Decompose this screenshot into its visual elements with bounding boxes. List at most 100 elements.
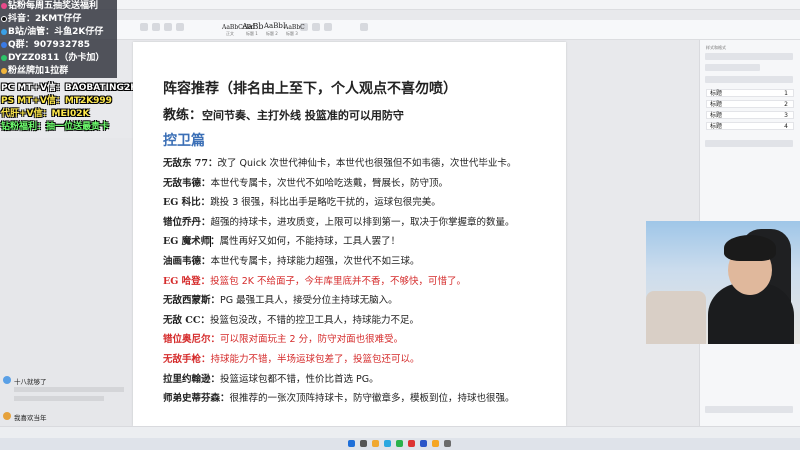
promo-line-3: 代肝+V信：MEI02K (1, 109, 90, 119)
window-title-bar (0, 0, 800, 10)
style-item-heading-3[interactable]: 标题 3 (706, 111, 794, 119)
wechat-taskbar-icon[interactable] (396, 440, 403, 447)
gift-icon (1, 3, 7, 9)
doc-item: 错位乔丹：超强的持球卡，进攻质变，上限可以排到第一，取决于你掌握章的数量。 (163, 214, 515, 228)
style-sub-normal: 正文 (226, 31, 234, 36)
doc-item-name: 师弟史蒂芬森： (163, 393, 230, 405)
doc-item-text: 本世代专属卡，次世代不如哈吃迭戴，臂展长，防守顶。 (210, 177, 449, 189)
doc-item: 无敌手枪：持球能力不错，半场运球包差了，投篮包还可以。 (163, 351, 420, 365)
panel-bar-3[interactable] (705, 76, 793, 83)
screen: AaBbCcDd AaBb AaBbI AaBbC 正文 标题 1 标题 2 标… (0, 0, 800, 450)
doc-item: 无敌韦德：本世代专属卡，次世代不如哈吃迭戴，臂展长，防守顶。 (163, 175, 448, 189)
search-icon[interactable] (360, 440, 367, 447)
doc-item: 无敌西蒙斯：PG 最强工具人，接受分位主持球无脑入。 (163, 292, 398, 306)
doc-item: EG 科比：跳投 3 很强，科比出手是略吃干扰的，运球包很完美。 (163, 194, 441, 208)
doc-item-text: 属性再好又如何，不能持球，工具人罢了！ (219, 236, 401, 248)
doc-item-name: 无敌手枪： (163, 354, 211, 365)
style-sub-h1: 标题 1 (246, 31, 258, 36)
chat-message-1: 十八就够了 (14, 378, 47, 386)
style-item-heading-4[interactable]: 标题 4 (706, 122, 794, 130)
panel-header: 样式和格式 (706, 45, 726, 50)
bilibili-icon (1, 29, 7, 35)
browser-icon[interactable] (384, 440, 391, 447)
panel-search-bar[interactable] (705, 53, 793, 60)
overlay-line-6: 粉丝牌加1拉群 (8, 66, 69, 76)
align-right-icon[interactable] (324, 23, 332, 31)
underline-icon[interactable] (164, 23, 172, 31)
start-icon[interactable] (348, 440, 355, 447)
doc-item-text: PG 最强工具人，接受分位主持球无脑入。 (220, 295, 398, 307)
font-color-icon[interactable] (176, 23, 184, 31)
doc-item: EG 魔术师：属性再好又如何，不能持球，工具人罢了！ (163, 233, 400, 247)
doc-item-text: 超强的持球卡，进攻质变，上限可以排到第一，取决于你掌握章的数量。 (210, 216, 515, 228)
webcam-feed (646, 221, 800, 344)
align-center-icon[interactable] (312, 23, 320, 31)
panel-bar-2[interactable] (705, 64, 760, 71)
doc-item-name: 油画韦德： (163, 256, 211, 267)
douyin-icon (1, 16, 7, 22)
overlay-line-1: 钻粉每周五抽奖送福利 (8, 1, 99, 11)
qq-icon (1, 42, 7, 48)
doc-item: 错位奥尼尔：可以限对面玩主 2 分，防守对面也很难受。 (163, 331, 403, 345)
background-object (646, 291, 706, 344)
doc-item-name: 无敌韦德： (163, 177, 211, 189)
panel-bar-5[interactable] (705, 406, 793, 413)
wechat-icon (1, 55, 7, 61)
doc-item-name: EG 魔术师： (163, 236, 220, 248)
overlay-line-5: DYZZ0811（办卡加） (8, 53, 105, 63)
doc-item: EG 哈登：投篮包 2K 不给面子，今年库里底并不香，不够快，可惜了。 (163, 273, 466, 287)
doc-item-name: 错位奥尼尔： (163, 334, 221, 346)
app-icon-orange[interactable] (432, 440, 439, 447)
doc-item-text: 持球能力不错，半场运球包差了，投篮包还可以。 (210, 354, 420, 365)
promo-line-1: PC MT+V信：BAOBATING2K (1, 83, 138, 93)
explorer-icon[interactable] (372, 440, 379, 447)
style-item-label: 标题 (710, 123, 723, 130)
style-sub-h2: 标题 2 (266, 31, 278, 36)
doc-item-text: 跳投 3 很强，科比出手是略吃干扰的，运球包很完美。 (210, 197, 441, 209)
doc-item: 无敌东 77：改了 Quick 次世代神仙卡，本世代也很强但不如韦德，次世代毕业… (163, 155, 516, 169)
bold-icon[interactable] (140, 23, 148, 31)
doc-item-name: 错位乔丹： (163, 216, 211, 228)
panel-bar-4[interactable] (705, 140, 793, 147)
style-item-heading-2[interactable]: 标题 2 (706, 100, 794, 108)
style-sub-h3: 标题 3 (286, 31, 298, 36)
person-hair (724, 235, 776, 261)
doc-item-name: 无敌西蒙斯： (163, 295, 221, 307)
doc-item-text: 投篮运球包都不错，性价比首选 PG。 (220, 373, 379, 385)
doc-item-text: 很推荐的一张次顶阵持球卡，防守徽章多，模板到位，持球也很强。 (229, 393, 515, 405)
document-page[interactable]: 阵容推荐（排名由上至下，个人观点不喜勿喷） 教练：空间节奏、主打外线 投篮准的可… (133, 42, 566, 426)
doc-item-name: EG 哈登： (163, 275, 211, 287)
overlay-line-2: 抖音：2KMT仔仔 (8, 14, 82, 24)
chat-message-3: 我喜欢当年 (14, 414, 47, 422)
doc-item: 拉里约翰逊：投篮运球包都不错，性价比首选 PG。 (163, 371, 379, 385)
chat-blurred-2 (14, 396, 104, 401)
doc-item-name: EG 科比： (163, 197, 211, 209)
style-sample-h3[interactable]: AaBbC (284, 24, 305, 31)
doc-title: 阵容推荐（排名由上至下，个人观点不喜勿喷） (163, 81, 457, 97)
ribbon-toolbar (0, 20, 800, 40)
chat-avatar (3, 412, 11, 420)
doc-item-text: 改了 Quick 次世代神仙卡，本世代也很强但不如韦德，次世代毕业卡。 (217, 158, 517, 169)
doc-item-text: 投篮包 2K 不给面子，今年库里底并不香，不够快，可惜了。 (210, 275, 466, 287)
style-sample-h1[interactable]: AaBb (242, 22, 264, 31)
find-icon[interactable] (360, 23, 368, 31)
doc-item-text: 投篮包没改，不错的控卫工具人，持球能力不足。 (209, 314, 419, 326)
doc-item-text: 可以限对面玩主 2 分，防守对面也很难受。 (220, 334, 404, 346)
style-item-label: 标题 (710, 112, 723, 119)
doc-item-name: 拉里约翰逊： (163, 373, 221, 385)
app-icon-red[interactable] (408, 440, 415, 447)
status-bar (0, 426, 800, 438)
overlay-line-3: B站/油管：斗鱼2K仔仔 (8, 27, 104, 37)
promo-line-4: 钻粉福利：抽一位送最贵卡 (1, 122, 110, 132)
app-icon-grey[interactable] (444, 440, 451, 447)
style-item-number: 2 (784, 101, 788, 108)
style-sample-h2[interactable]: AaBbI (264, 22, 286, 30)
style-item-number: 4 (784, 123, 788, 130)
italic-icon[interactable] (152, 23, 160, 31)
style-item-heading-1[interactable]: 标题 1 (706, 89, 794, 97)
stream-info-overlay: 钻粉每周五抽奖送福利 抖音：2KMT仔仔 B站/油管：斗鱼2K仔仔 Q群：907… (0, 0, 117, 78)
overlay-line-4: Q群：907932785 (8, 40, 91, 50)
doc-item-text: 本世代专属卡，持球能力超强，次世代不如三球。 (210, 256, 420, 267)
word-icon[interactable] (420, 440, 427, 447)
style-item-number: 3 (784, 112, 788, 119)
